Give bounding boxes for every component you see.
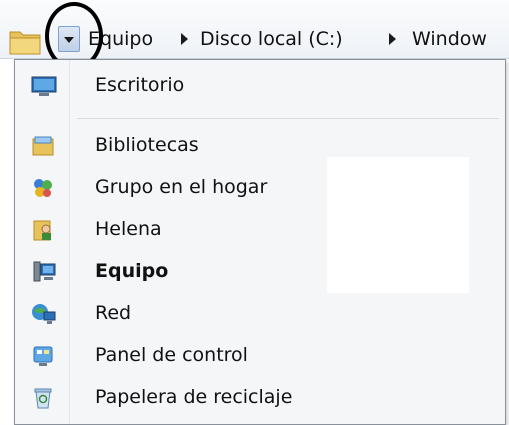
homegroup-icon — [31, 176, 55, 200]
libraries-icon — [31, 134, 55, 158]
menu-item-label: Papelera de reciclaje — [95, 386, 293, 408]
control-panel-icon — [31, 344, 55, 368]
menu-item-escritorio[interactable]: Escritorio — [17, 66, 503, 106]
desktop-icon — [31, 74, 57, 98]
menu-item-label: Grupo en el hogar — [95, 176, 268, 198]
menu-item-red[interactable]: Red — [17, 294, 503, 334]
network-icon — [31, 302, 56, 326]
recent-locations-dropdown-button[interactable] — [58, 26, 80, 52]
breadcrumb-windows[interactable]: Window — [412, 26, 487, 52]
address-bar: Equipo Disco local (C:) Window — [0, 0, 509, 59]
breadcrumb-equipo[interactable]: Equipo — [88, 26, 153, 52]
chevron-down-icon — [64, 37, 74, 43]
breadcrumb-separator-icon[interactable] — [389, 33, 396, 45]
recycle-bin-icon — [31, 386, 55, 410]
menu-item-label: Equipo — [95, 260, 169, 282]
menu-item-label: Red — [95, 302, 132, 324]
menu-item-papelera-de-reciclaje[interactable]: Papelera de reciclaje — [17, 378, 503, 418]
user-folder-icon — [31, 218, 55, 242]
menu-item-label: Panel de control — [95, 344, 248, 366]
menu-item-label: Bibliotecas — [95, 134, 199, 156]
folder-icon — [8, 26, 42, 56]
breadcrumb-disco-local[interactable]: Disco local (C:) — [200, 26, 343, 52]
menu-item-label: Helena — [95, 218, 162, 240]
menu-item-panel-de-control[interactable]: Panel de control — [17, 336, 503, 376]
menu-item-label: Escritorio — [95, 74, 185, 96]
menu-separator — [77, 118, 499, 119]
explorer-window-fragment: Equipo Disco local (C:) Window Escritori… — [0, 0, 509, 425]
blank-overlay-area — [327, 157, 469, 293]
breadcrumb-separator-icon[interactable] — [181, 33, 188, 45]
computer-icon — [31, 260, 56, 284]
